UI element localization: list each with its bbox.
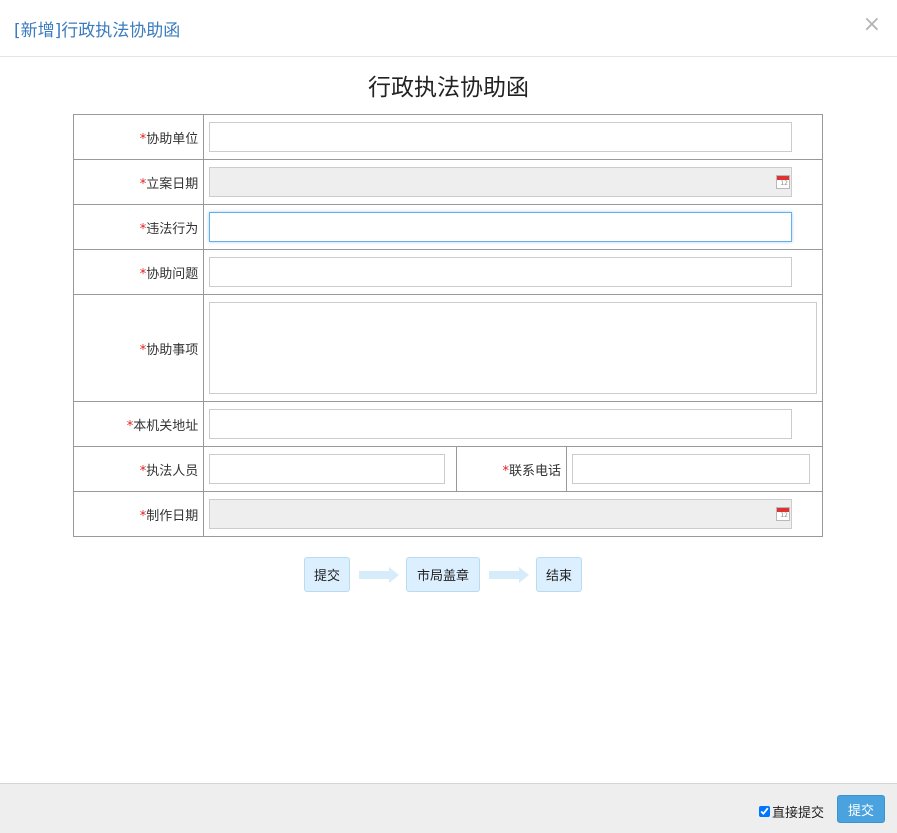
label-made-date: *制作日期 [72,491,205,537]
label-agency-address: *本机关地址 [72,401,205,447]
enforcer-input[interactable] [209,454,446,484]
direct-submit-checkbox[interactable] [759,806,770,817]
workflow-step-seal: 市局盖章 [406,557,480,592]
form-table: *协助单位 *立案日期 12 *违法行为 *协助问题 *协助事项 *本机关地址 … [72,114,823,537]
label-filing-date: *立案日期 [72,159,205,205]
modal-title: [新增]行政执法协助函 [14,21,181,41]
label-phone: *联系电话 [456,446,568,492]
assist-unit-input[interactable] [209,122,793,152]
workflow-step-submit: 提交 [304,557,350,592]
workflow-diagram: 提交 市局盖章 结束 [0,557,897,594]
violation-input[interactable] [209,212,793,242]
made-date-input[interactable]: 12 [209,499,793,529]
label-assist-unit: *协助单位 [72,114,205,160]
calendar-icon[interactable]: 12 [776,175,791,189]
calendar-icon[interactable]: 12 [776,507,791,521]
phone-input[interactable] [572,454,811,484]
arrow-right-icon [489,567,529,583]
direct-submit-label: 直接提交 [772,806,825,821]
arrow-right-icon [359,567,399,583]
modal-footer: 直接提交 提交 [0,783,897,833]
workflow-step-end: 结束 [536,557,582,592]
direct-submit-option[interactable]: 直接提交 [759,802,824,821]
submit-button[interactable]: 提交 [837,795,885,823]
close-icon[interactable]: × [863,14,881,36]
agency-address-input[interactable] [209,409,793,439]
assist-issue-input[interactable] [209,257,793,287]
modal-header: [新增]行政执法协助函 × [0,0,897,57]
filing-date-input[interactable]: 12 [209,167,793,197]
label-assist-matters: *协助事项 [72,294,205,402]
label-violation: *违法行为 [72,204,205,250]
label-assist-issue: *协助问题 [72,249,205,295]
assist-matters-textarea[interactable] [209,302,817,394]
label-enforcer: *执法人员 [72,446,205,492]
form-title: 行政执法协助函 [368,75,529,101]
